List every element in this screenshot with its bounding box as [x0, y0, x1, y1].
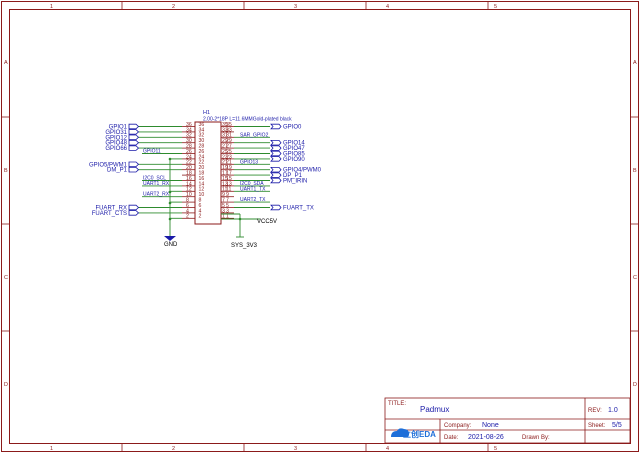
zone-row-d-right: D — [633, 382, 637, 388]
net-port[interactable] — [128, 129, 140, 135]
component-designator: H1 — [203, 110, 210, 116]
zone-row-c: C — [4, 275, 8, 281]
net-port-label: GPIO0 — [283, 125, 302, 131]
vcc5v-label: VCC5V — [257, 219, 277, 225]
net-port[interactable] — [270, 145, 282, 151]
net-label: GPIO13 — [240, 159, 258, 165]
zone-col-1-bottom: 1 — [50, 446, 53, 452]
schematic-sheet: 1 2 3 4 5 1 2 3 4 5 A B C D A B C D H1 2… — [1, 1, 639, 452]
sheet-number: 5/5 — [612, 422, 622, 429]
zone-row-b-right: B — [633, 168, 637, 174]
date-value: 2021-08-26 — [468, 434, 504, 441]
logo-text: 立创EDA — [403, 429, 436, 439]
net-port[interactable] — [270, 166, 282, 173]
rev-label: REV: — [588, 408, 602, 414]
frame-ticks — [1, 1, 639, 452]
gnd-label: GND — [164, 242, 178, 248]
zone-col-4: 4 — [386, 4, 389, 10]
net-port[interactable] — [128, 123, 140, 130]
net-port-label: GPIO66 — [105, 146, 127, 152]
gnd-symbol-icon — [164, 236, 176, 241]
date-label: Date: — [444, 435, 459, 441]
net-label: GPIO11 — [143, 149, 161, 155]
inner-frame — [9, 9, 631, 444]
net-port[interactable] — [270, 150, 282, 157]
zone-row-b: B — [4, 168, 8, 174]
zone-col-2-bottom: 2 — [172, 446, 175, 452]
net-port[interactable] — [270, 177, 282, 184]
net-label: SAR_GPIO2 — [240, 132, 269, 138]
net-port-label: GPIO90 — [283, 157, 305, 163]
lceda-logo: 立创EDA — [391, 428, 436, 439]
zone-col-5-bottom: 5 — [494, 446, 497, 452]
net-port[interactable] — [128, 134, 140, 141]
net-port[interactable] — [270, 172, 282, 178]
net-label: UART2_RX — [143, 192, 170, 198]
net-port[interactable] — [128, 139, 140, 146]
company-label: Company: — [444, 423, 472, 429]
gnd-net: GND — [164, 157, 178, 248]
zone-col-1: 1 — [50, 4, 53, 10]
title-label: TITLE: — [388, 401, 406, 407]
zone-col-4-bottom: 4 — [386, 446, 389, 452]
title-block: TITLE: Padmux REV: 1.0 Company: None She… — [384, 397, 631, 444]
net-port[interactable] — [270, 204, 282, 211]
zone-col-3: 3 — [294, 4, 297, 10]
net-label: UART2_TX — [240, 197, 266, 203]
net-label: UART1_TX — [240, 186, 266, 192]
net-port-label: FUART_CTS — [92, 211, 127, 217]
pin-number: 2 — [186, 214, 189, 220]
net-port[interactable] — [270, 123, 282, 130]
net-label: UART1_RX — [143, 181, 170, 187]
zone-col-3-bottom: 3 — [294, 446, 297, 452]
zone-row-c-right: C — [633, 275, 637, 281]
zone-row-d: D — [4, 382, 8, 388]
zone-labels: 1 2 3 4 5 1 2 3 4 5 A B C D A B C D — [4, 4, 637, 452]
zone-col-2: 2 — [172, 4, 175, 10]
outer-frame — [1, 1, 639, 452]
sheet-label: Sheet: — [588, 423, 606, 429]
net-port[interactable] — [128, 204, 140, 211]
net-port[interactable] — [270, 139, 282, 146]
rev-value: 1.0 — [608, 407, 618, 414]
net-port[interactable] — [128, 210, 140, 216]
company-value: None — [482, 422, 499, 429]
zone-col-5: 5 — [494, 4, 497, 10]
net-port[interactable] — [128, 166, 140, 173]
sheet-title: Padmux — [420, 405, 449, 414]
net-port[interactable] — [128, 145, 140, 151]
net-port[interactable] — [128, 161, 140, 168]
zone-row-a: A — [4, 60, 8, 66]
zone-row-a-right: A — [633, 60, 637, 66]
net-port-label: FUART_TX — [283, 206, 314, 212]
power-nets: VCC5V SYS_3V3 — [221, 213, 277, 249]
sys3v3-label: SYS_3V3 — [231, 243, 258, 249]
drawn-by-label: Drawn By: — [522, 435, 550, 441]
net-port-label: DM_P1 — [107, 168, 128, 174]
pin-number-inner: 2 — [199, 214, 202, 220]
net-port-label: PM_IRIN — [283, 179, 307, 185]
net-port[interactable] — [270, 156, 282, 162]
